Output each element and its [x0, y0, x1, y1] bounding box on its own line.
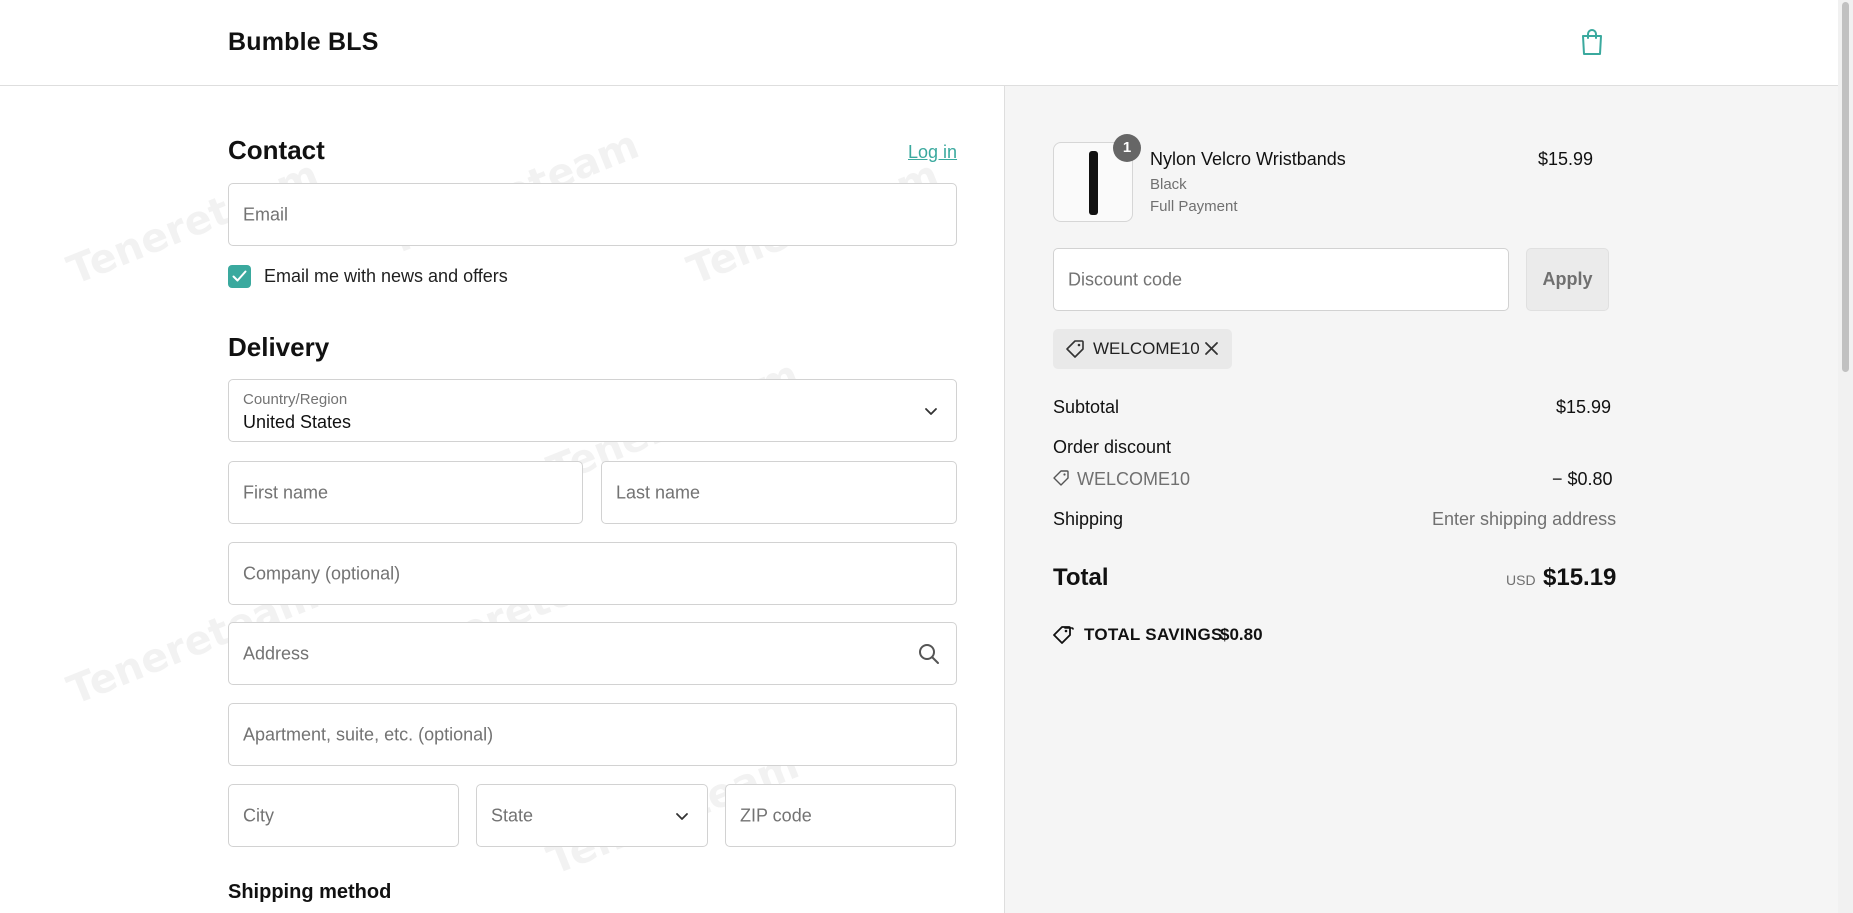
first-name-field[interactable]: First name [228, 461, 583, 524]
country-select[interactable]: Country/Region United States [228, 379, 957, 442]
apartment-placeholder: Apartment, suite, etc. (optional) [243, 724, 494, 744]
last-name-placeholder: Last name [616, 482, 701, 502]
remove-discount-icon[interactable] [1203, 340, 1220, 357]
page-scrollbar[interactable] [1838, 0, 1853, 913]
city-field[interactable]: City [228, 784, 459, 847]
company-field[interactable]: Company (optional) [228, 542, 957, 605]
applied-discount-chip: WELCOME10 [1053, 329, 1232, 369]
email-field[interactable]: Email [228, 183, 957, 246]
delivery-heading: Delivery [228, 332, 330, 362]
discount-value: − $0.80 [1552, 469, 1613, 489]
apartment-field[interactable]: Apartment, suite, etc. (optional) [228, 703, 957, 766]
subtotal-label: Subtotal [1053, 397, 1120, 417]
total-savings-value: $0.80 [1220, 625, 1263, 644]
shopping-bag-icon[interactable] [1580, 28, 1604, 56]
discount-placeholder: Discount code [1068, 269, 1183, 289]
applied-discount-code: WELCOME10 [1093, 339, 1200, 358]
address-field[interactable]: Address [228, 622, 957, 685]
quantity-badge: 1 [1113, 134, 1141, 162]
company-placeholder: Company (optional) [243, 563, 401, 583]
product-image [1089, 151, 1098, 215]
last-name-field[interactable]: Last name [601, 461, 957, 524]
product-plan: Full Payment [1150, 198, 1238, 215]
state-placeholder: State [491, 805, 534, 825]
total-value: $15.19 [1543, 564, 1617, 591]
city-placeholder: City [243, 805, 274, 825]
header: Bumble BLS [0, 0, 1838, 86]
login-link[interactable]: Log in [908, 142, 957, 163]
total-savings-label: TOTAL SAVINGS [1084, 625, 1223, 644]
product-price: $15.99 [1538, 149, 1594, 169]
product-name: Nylon Velcro Wristbands [1150, 149, 1346, 169]
shipping-value: Enter shipping address [1432, 509, 1617, 529]
state-select[interactable]: State [476, 784, 708, 847]
zip-field[interactable]: ZIP code [725, 784, 956, 847]
address-placeholder: Address [243, 643, 310, 663]
discount-code-label: WELCOME10 [1077, 469, 1191, 489]
newsletter-label[interactable]: Email me with news and offers [264, 266, 508, 287]
search-icon[interactable] [918, 643, 940, 665]
first-name-placeholder: First name [243, 482, 329, 502]
store-logo[interactable]: Bumble BLS [228, 28, 379, 57]
shipping-method-heading: Shipping method [228, 881, 392, 903]
total-label: Total [1053, 564, 1109, 591]
currency-code: USD [1506, 572, 1536, 588]
country-label: Country/Region [243, 391, 348, 408]
product-variant: Black [1150, 176, 1187, 193]
subtotal-value: $15.99 [1556, 397, 1612, 417]
chevron-down-icon [676, 812, 688, 820]
apply-button[interactable]: Apply [1526, 248, 1609, 311]
email-placeholder: Email [243, 204, 289, 224]
savings-tag-icon [1053, 626, 1074, 644]
contact-heading: Contact [228, 135, 325, 165]
newsletter-checkbox[interactable] [228, 265, 251, 288]
chevron-down-icon [925, 407, 937, 415]
zip-placeholder: ZIP code [740, 805, 812, 825]
country-value: United States [243, 412, 352, 432]
discount-code-field[interactable]: Discount code [1053, 248, 1509, 311]
shipping-label: Shipping [1053, 509, 1124, 529]
scrollbar-thumb[interactable] [1842, 2, 1849, 372]
order-discount-label: Order discount [1053, 437, 1172, 457]
tag-icon [1053, 470, 1069, 486]
tag-icon [1066, 340, 1084, 358]
checkmark-icon [232, 270, 247, 282]
